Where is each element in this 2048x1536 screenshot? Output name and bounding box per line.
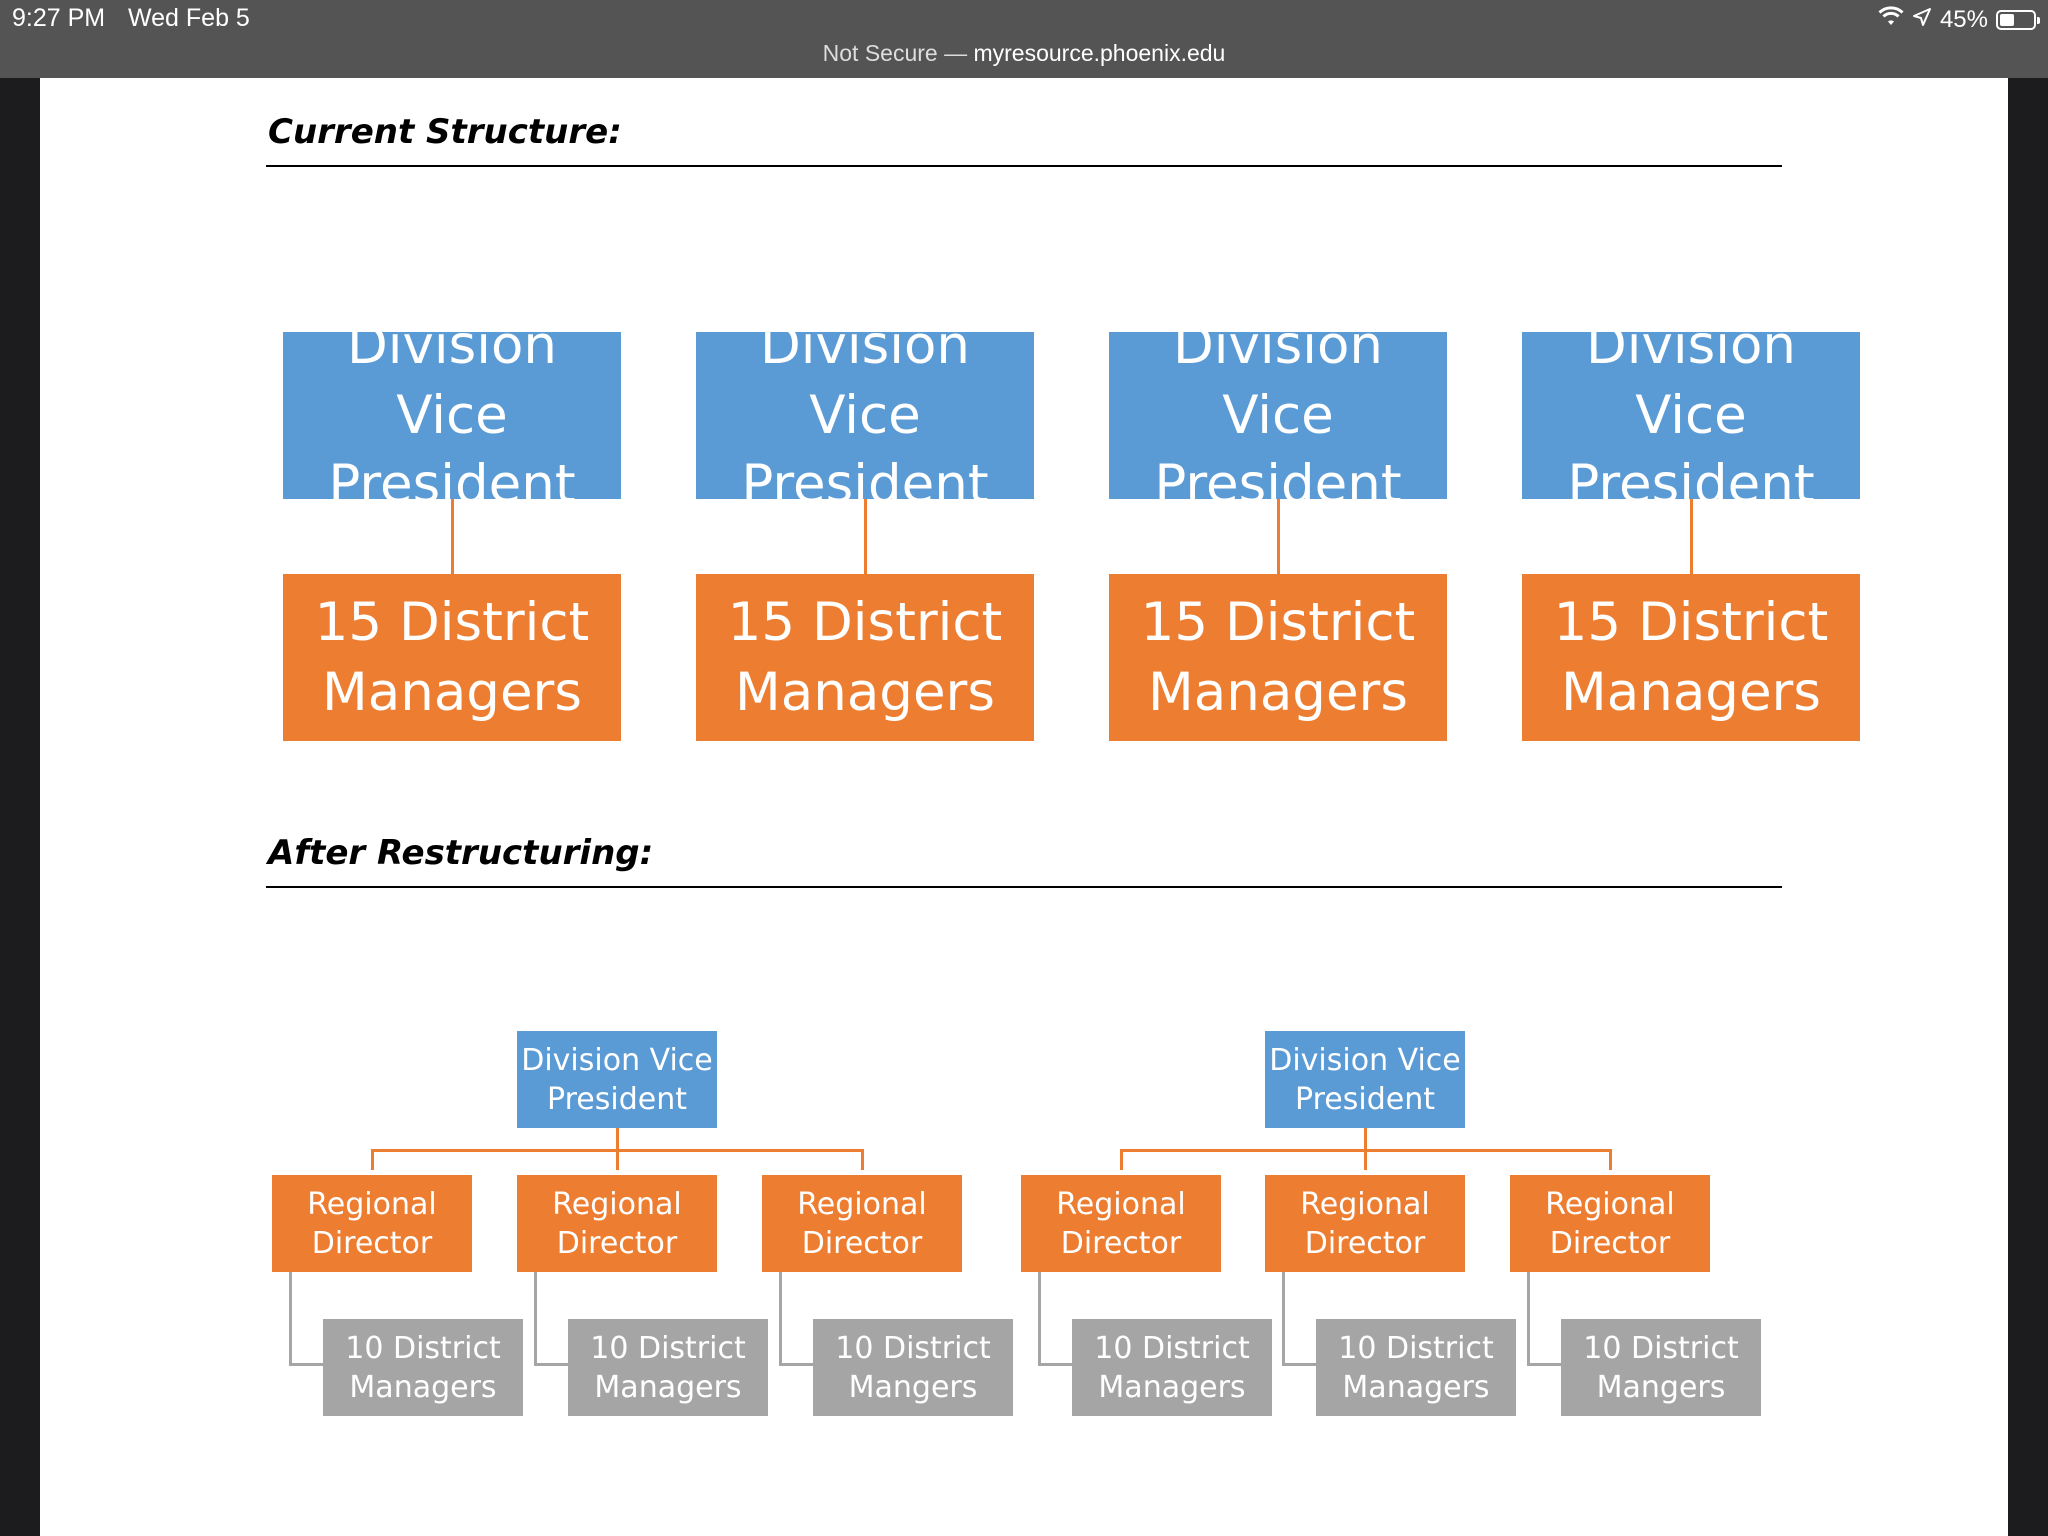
connector-line [864, 499, 867, 574]
regional-director-box: Regional Director [1021, 1175, 1221, 1272]
document-page: Current Structure: After Restructuring: … [40, 78, 2008, 1536]
status-indicators: 45% [1878, 4, 2040, 36]
connector-line [1282, 1363, 1316, 1366]
district-managers-box: 15 District Managers [696, 574, 1034, 741]
connector-line [1120, 1149, 1123, 1170]
connector-line [861, 1149, 864, 1170]
connector-line [289, 1272, 292, 1365]
regional-director-box: Regional Director [517, 1175, 717, 1272]
division-vp-box: Division Vice President [696, 315, 1034, 515]
status-bar: 9:27 PM Wed Feb 5 Not Secure — myresourc… [0, 0, 2048, 78]
connector-line [534, 1363, 568, 1366]
current-structure-heading: Current Structure: [268, 112, 622, 152]
division-vp-box: Division Vice President [1265, 1031, 1465, 1128]
district-managers-box: 10 District Managers [323, 1319, 523, 1416]
regional-director-box: Regional Director [762, 1175, 962, 1272]
connector-line [371, 1149, 374, 1170]
district-managers-box: 15 District Managers [283, 574, 621, 741]
district-managers-box: 15 District Managers [1522, 574, 1860, 741]
connector-line [1038, 1363, 1072, 1366]
battery-percent: 45% [1939, 6, 1988, 33]
connector-line [1609, 1149, 1612, 1170]
connector-line [1527, 1272, 1530, 1365]
district-managers-box: 10 District Mangers [1561, 1319, 1761, 1416]
connector-line [534, 1272, 537, 1365]
status-time: 9:27 PM [12, 4, 106, 32]
division-vp-box: Division Vice President [283, 315, 621, 515]
url-host: myresource.phoenix.edu [973, 40, 1226, 66]
connector-line [1364, 1128, 1367, 1150]
regional-director-box: Regional Director [272, 1175, 472, 1272]
connector-line [616, 1128, 619, 1150]
security-label: Not Secure — [822, 40, 968, 66]
connector-line [451, 499, 454, 574]
after-restructuring-heading: After Restructuring: [268, 833, 654, 873]
heading-rule [266, 886, 1782, 888]
connector-line [1038, 1272, 1041, 1365]
connector-line [1282, 1272, 1285, 1365]
district-managers-box: 10 District Managers [568, 1319, 768, 1416]
connector-line [1527, 1363, 1561, 1366]
regional-director-box: Regional Director [1510, 1175, 1710, 1272]
connector-line [779, 1363, 813, 1366]
heading-rule [266, 165, 1782, 167]
address-bar[interactable]: Not Secure — myresource.phoenix.edu [0, 40, 2048, 67]
connector-line [1364, 1149, 1367, 1170]
battery-icon [1996, 10, 2040, 30]
regional-director-box: Regional Director [1265, 1175, 1465, 1272]
connector-line [1277, 499, 1280, 574]
district-managers-box: 10 District Mangers [813, 1319, 1013, 1416]
connector-line [779, 1272, 782, 1365]
wifi-icon [1878, 5, 1904, 35]
connector-line [1690, 499, 1693, 574]
division-vp-box: Division Vice President [1109, 315, 1447, 515]
district-managers-box: 15 District Managers [1109, 574, 1447, 741]
location-arrow-icon [1912, 6, 1932, 34]
division-vp-box: Division Vice President [1522, 315, 1860, 515]
connector-line [616, 1149, 619, 1170]
district-managers-box: 10 District Managers [1316, 1319, 1516, 1416]
status-date: Wed Feb 5 [128, 4, 250, 32]
connector-line [289, 1363, 323, 1366]
district-managers-box: 10 District Managers [1072, 1319, 1272, 1416]
division-vp-box: Division Vice President [517, 1031, 717, 1128]
